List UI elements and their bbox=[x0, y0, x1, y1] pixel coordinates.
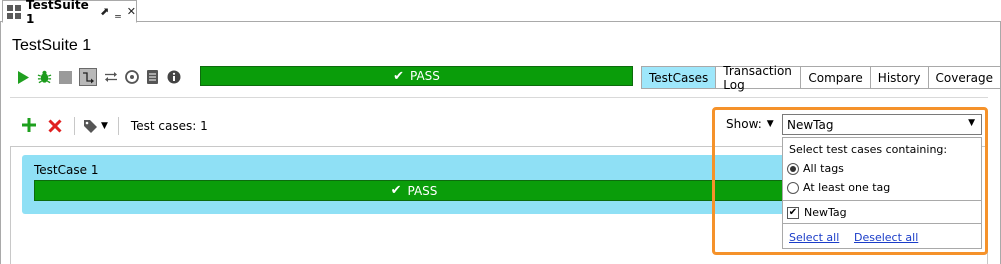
divider bbox=[10, 97, 988, 98]
document-tabstrip: TestSuite 1 ⬈ ‗ ✕ bbox=[0, 0, 1001, 26]
redirect-icon[interactable] bbox=[103, 70, 118, 85]
testcase-count: Test cases: 1 bbox=[130, 119, 208, 133]
tag-filter-popup: Select test cases containing: All tags A… bbox=[782, 137, 982, 249]
deselect-all-link[interactable]: Deselect all bbox=[854, 231, 918, 244]
tag-option-label: NewTag bbox=[804, 206, 847, 219]
stop-icon[interactable] bbox=[58, 70, 73, 85]
delete-testcase-button[interactable] bbox=[48, 118, 64, 134]
check-icon: ✔ bbox=[393, 68, 404, 84]
tab-label: TestCases bbox=[649, 70, 709, 85]
select-all-link[interactable]: Select all bbox=[789, 231, 839, 244]
testcase-status-label: PASS bbox=[407, 183, 438, 198]
show-label: Show: bbox=[726, 117, 762, 131]
testsuite-grid-icon bbox=[7, 4, 21, 19]
testcase-status-bar: ✔ PASS bbox=[34, 180, 794, 201]
show-filter-button[interactable]: Show: ▼ bbox=[726, 117, 774, 131]
suite-status-label: PASS bbox=[409, 69, 440, 83]
popup-heading: Select test cases containing: bbox=[789, 143, 948, 156]
tag-dropdown-button[interactable]: ▼ bbox=[83, 119, 108, 134]
minimize-icon[interactable]: ‗ bbox=[115, 5, 121, 18]
popup-divider bbox=[783, 200, 981, 201]
check-icon: ✔ bbox=[390, 183, 402, 198]
view-tabs: TestCases Transaction Log Compare Histor… bbox=[641, 63, 1001, 92]
radio-all-tags[interactable]: All tags bbox=[787, 162, 844, 175]
checkbox[interactable]: ✔ bbox=[787, 206, 799, 219]
radio-label: All tags bbox=[803, 162, 844, 175]
tab-history[interactable]: History bbox=[870, 66, 929, 89]
log-icon[interactable] bbox=[145, 70, 160, 85]
toolbar-separator bbox=[74, 117, 75, 135]
tag-option-newtag[interactable]: ✔ NewTag bbox=[787, 206, 847, 219]
tab-label: Compare bbox=[808, 70, 863, 85]
step-icon[interactable] bbox=[79, 68, 97, 86]
info-icon[interactable] bbox=[166, 70, 181, 85]
popup-divider bbox=[783, 223, 981, 224]
tag-filter-select[interactable]: NewTag ▼ bbox=[782, 114, 982, 135]
chevron-down-icon: ▼ bbox=[101, 121, 108, 131]
suite-toolbar bbox=[16, 67, 187, 87]
radio-button[interactable] bbox=[787, 162, 799, 175]
clock-icon[interactable] bbox=[124, 70, 139, 85]
tab-transaction-log[interactable]: Transaction Log bbox=[716, 63, 802, 92]
tab-label: History bbox=[877, 70, 921, 85]
tab-compare[interactable]: Compare bbox=[801, 66, 871, 89]
add-testcase-button[interactable] bbox=[22, 118, 38, 134]
testcase-toolbar: ▼ Test cases: 1 bbox=[22, 116, 208, 136]
radio-at-least-one-tag[interactable]: At least one tag bbox=[787, 181, 890, 194]
radio-button[interactable] bbox=[787, 181, 799, 194]
close-icon[interactable]: ✕ bbox=[127, 5, 136, 18]
tab-label: Coverage bbox=[935, 70, 994, 85]
tag-filter-value: NewTag bbox=[787, 117, 834, 132]
tab-label: Transaction Log bbox=[723, 63, 792, 92]
toolbar-separator bbox=[117, 117, 119, 135]
suite-status-bar: ✔ PASS bbox=[200, 66, 633, 86]
suite-title: TestSuite 1 bbox=[12, 37, 92, 54]
chevron-down-icon: ▼ bbox=[968, 118, 975, 128]
debug-icon[interactable] bbox=[37, 70, 52, 85]
radio-label: At least one tag bbox=[803, 181, 891, 194]
chevron-down-icon: ▼ bbox=[766, 119, 774, 129]
tag-icon bbox=[84, 119, 97, 133]
testcase-name: TestCase 1 bbox=[34, 163, 99, 177]
tab-coverage[interactable]: Coverage bbox=[928, 66, 1001, 89]
tab-testcases[interactable]: TestCases bbox=[641, 66, 717, 89]
run-icon[interactable] bbox=[16, 70, 31, 85]
document-tab-testsuite[interactable]: TestSuite 1 ⬈ ‗ ✕ bbox=[2, 0, 137, 26]
pin-icon[interactable]: ⬈ bbox=[100, 5, 109, 18]
